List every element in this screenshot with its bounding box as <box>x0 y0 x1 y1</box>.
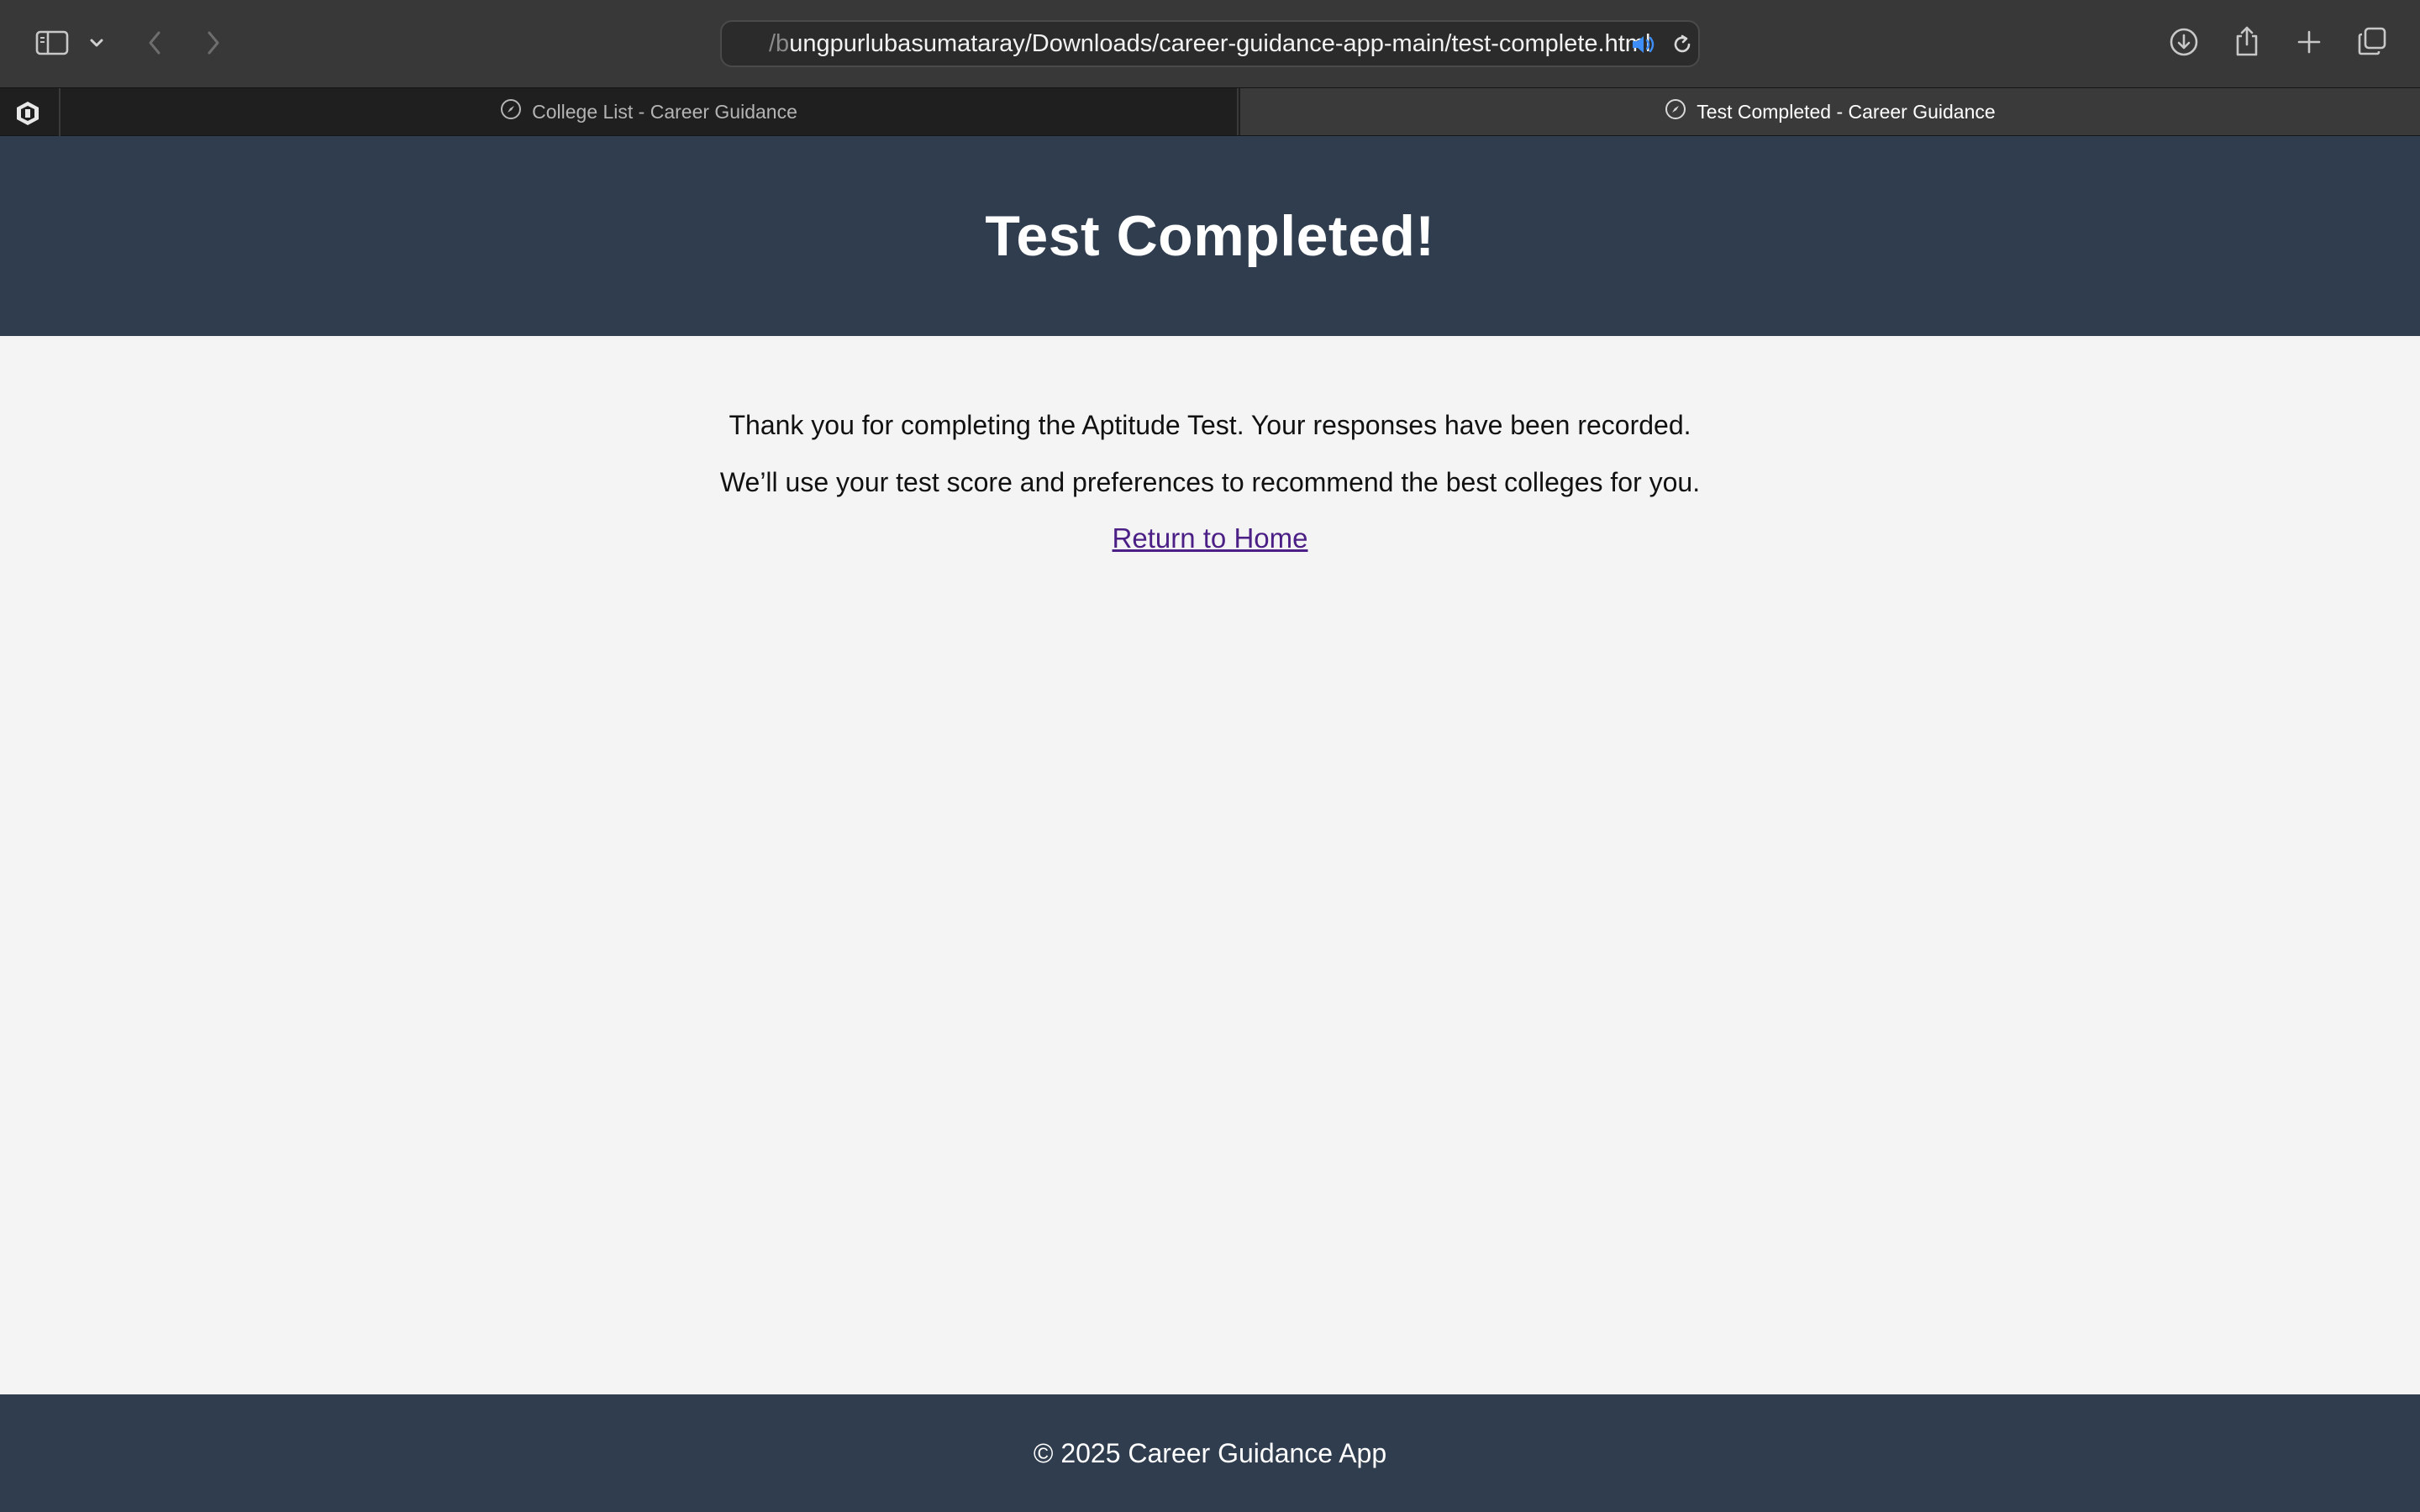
page-title: Test Completed! <box>985 204 1435 268</box>
forward-arrow-icon[interactable] <box>200 27 227 59</box>
page-header: Test Completed! <box>0 136 2420 336</box>
return-home-container: Return to Home <box>0 522 2420 554</box>
recommendation-message: We’ll use your test score and preference… <box>719 467 1701 497</box>
compass-icon <box>1665 98 1686 125</box>
browser-toolbar: /bungpurlubasumataray/Downloads/career-g… <box>0 0 2420 87</box>
back-arrow-icon[interactable] <box>141 27 168 59</box>
speaker-icon[interactable] <box>1629 32 1658 57</box>
tab-bar: College List - Career Guidance Test Comp… <box>0 87 2420 137</box>
chevron-down-icon[interactable] <box>87 34 106 52</box>
download-icon[interactable] <box>2168 25 2200 59</box>
reload-icon[interactable] <box>1670 32 1695 57</box>
footer-copyright: © 2025 Career Guidance App <box>1033 1437 1387 1468</box>
tab-label: College List - Career Guidance <box>532 100 797 123</box>
plus-icon[interactable] <box>2294 27 2324 57</box>
address-url-prefix: /b <box>769 30 790 57</box>
address-url-path: ungpurlubasumataray/Downloads/career-gui… <box>789 30 1651 57</box>
web-page: Test Completed! Thank you for completing… <box>0 136 2420 1512</box>
tab-test-completed[interactable]: Test Completed - Career Guidance <box>1240 88 2420 135</box>
sidebar-icon[interactable] <box>34 29 71 57</box>
tab-overview-icon[interactable] <box>2356 25 2388 57</box>
tab-college-list[interactable]: College List - Career Guidance <box>60 88 1239 135</box>
address-bar[interactable]: /bungpurlubasumataray/Downloads/career-g… <box>720 20 1700 67</box>
thank-you-message: Thank you for completing the Aptitude Te… <box>729 410 1691 440</box>
shield-extension-icon[interactable] <box>15 101 40 126</box>
address-url[interactable]: /bungpurlubasumataray/Downloads/career-g… <box>769 22 1650 66</box>
compass-icon <box>500 98 522 125</box>
tab-label: Test Completed - Career Guidance <box>1697 100 1996 123</box>
share-icon[interactable] <box>2232 24 2262 59</box>
page-footer: © 2025 Career Guidance App <box>0 1394 2420 1512</box>
return-home-link[interactable]: Return to Home <box>1113 522 1308 554</box>
